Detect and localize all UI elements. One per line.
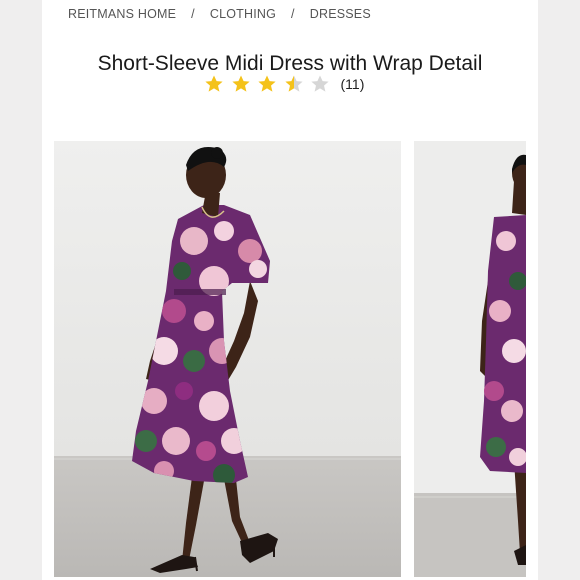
star-icon: [258, 75, 276, 92]
breadcrumb-dresses[interactable]: DRESSES: [310, 7, 371, 21]
breadcrumb-separator: /: [191, 7, 195, 21]
model-photo-side: [414, 141, 526, 577]
review-count[interactable]: (11): [341, 76, 365, 92]
page-margin-left: [0, 0, 42, 580]
breadcrumb-clothing[interactable]: CLOTHING: [210, 7, 276, 21]
star-icon: [311, 75, 329, 92]
product-image-main[interactable]: [54, 141, 401, 577]
product-image-secondary[interactable]: [414, 141, 526, 577]
star-icon: [231, 75, 250, 92]
product-page: REITMANS HOME / CLOTHING / DRESSES Short…: [42, 0, 538, 580]
page-margin-right: [538, 0, 580, 580]
breadcrumb-separator: /: [291, 7, 295, 21]
breadcrumb-home[interactable]: REITMANS HOME: [68, 7, 176, 21]
model-photo: [54, 141, 401, 577]
product-title: Short-Sleeve Midi Dress with Wrap Detail: [97, 52, 483, 76]
star-icon: [205, 75, 223, 92]
rating-stars: [204, 74, 337, 94]
star-icon: [284, 75, 303, 92]
breadcrumb: REITMANS HOME / CLOTHING / DRESSES: [68, 7, 371, 21]
product-rating[interactable]: (11): [204, 74, 364, 94]
